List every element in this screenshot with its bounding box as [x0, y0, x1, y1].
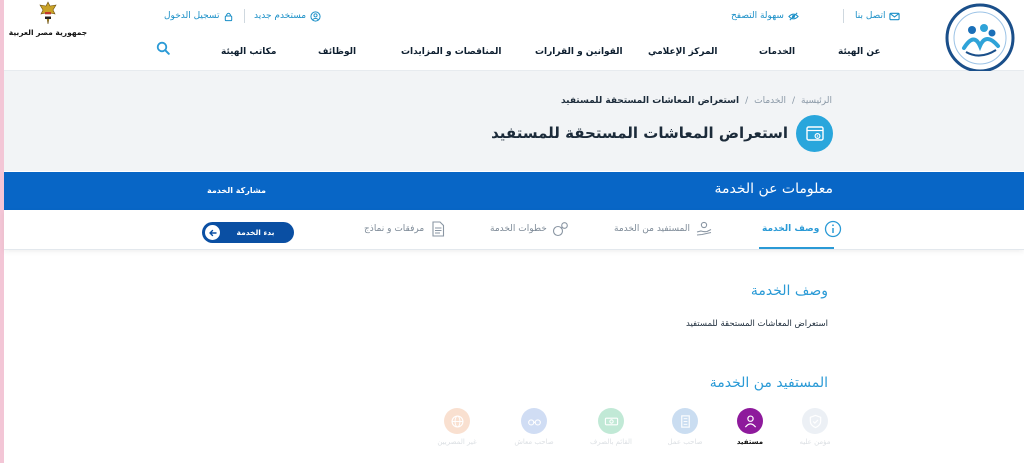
login-link[interactable]: تسجيل الدخول [164, 9, 234, 23]
accessibility-label: سهولة التصفح [731, 11, 784, 21]
window-gear-icon [805, 125, 824, 141]
eye-off-icon [788, 11, 799, 21]
accessibility-link[interactable]: سهولة التصفح [731, 9, 799, 23]
search-icon[interactable] [156, 41, 170, 55]
beneficiary-label: القائم بالصرف [590, 438, 632, 446]
user-icon [737, 408, 763, 434]
start-service-label: بدء الخدمة [236, 228, 275, 237]
nav-laws[interactable]: القوانين و القرارات [535, 47, 623, 61]
page-title: استعراض المعاشات المستحقة للمستفيد [491, 124, 788, 142]
service-icon [796, 115, 833, 152]
globe-icon [444, 408, 470, 434]
nav-jobs[interactable]: الوظائف [318, 47, 356, 61]
beneficiary-disburser[interactable]: القائم بالصرف [586, 408, 636, 446]
new-user-label: مستخدم جديد [254, 11, 307, 21]
eagle-icon [39, 1, 57, 25]
breadcrumb-services[interactable]: الخدمات [754, 96, 786, 106]
info-icon [825, 220, 842, 238]
beneficiary-non-egyptians[interactable]: غير المصريين [432, 408, 482, 446]
beneficiary-pensioner[interactable]: صاحب معاش [509, 408, 559, 446]
tab-label: مرفقات و نماذج [364, 224, 425, 234]
description-heading: وصف الخدمة [750, 283, 828, 299]
mail-icon [889, 12, 901, 20]
contact-label: اتصل بنا [855, 11, 886, 21]
tab-label: المستفيد من الخدمة [614, 224, 690, 234]
building-icon [672, 408, 698, 434]
beneficiary-employer[interactable]: صاحب عمل [660, 408, 710, 446]
shield-icon [802, 408, 828, 434]
site-header: جمهورية مصر العربية اتصل بنا سهولة التصف… [4, 0, 1024, 74]
beneficiary-label: صاحب عمل [667, 438, 703, 446]
breadcrumb-separator: / [791, 96, 795, 106]
breadcrumb-home[interactable]: الرئيسية [801, 96, 832, 106]
beneficiary-label: غير المصريين [437, 438, 477, 446]
glasses-icon [521, 408, 547, 434]
beneficiary-label: مستفيد [736, 438, 764, 446]
tab-label: خطوات الخدمة [490, 224, 547, 234]
beneficiary-insured[interactable]: مؤمن عليه [790, 408, 840, 446]
beneficiary-label: صاحب معاش [514, 438, 554, 446]
nav-offices[interactable]: مكاتب الهيئة [221, 47, 276, 61]
money-icon [598, 408, 624, 434]
new-user-link[interactable]: مستخدم جديد [254, 9, 321, 23]
service-info-band: معلومات عن الخدمة مشاركة الخدمة [4, 172, 1024, 210]
nav-media-center[interactable]: المركز الإعلامي [648, 47, 718, 61]
document-icon [432, 221, 445, 237]
breadcrumb: الرئيسية / الخدمات / استعراض المعاشات ال… [561, 96, 832, 106]
country-name: جمهورية مصر العربية [8, 28, 88, 37]
breadcrumb-current: استعراض المعاشات المستحقة للمستفيد [560, 96, 740, 106]
active-tab-indicator [759, 247, 834, 249]
divider [843, 9, 844, 23]
tab-attachments[interactable]: مرفقات و نماذج [364, 217, 447, 241]
tab-description[interactable]: وصف الخدمة [762, 217, 842, 241]
beneficiary-beneficiary[interactable]: مستفيد [725, 408, 775, 446]
tab-steps[interactable]: خطوات الخدمة [490, 217, 570, 241]
description-text: استعراض المعاشات المستحقة للمستفيد [685, 319, 828, 329]
nav-services[interactable]: الخدمات [759, 47, 795, 61]
tab-beneficiary[interactable]: المستفيد من الخدمة [614, 217, 713, 241]
authority-logo[interactable] [944, 2, 1016, 74]
service-tabs: وصف الخدمة المستفيد من الخدمة خطوات الخد… [4, 210, 1024, 250]
user-circle-icon [310, 10, 321, 22]
service-info-title: معلومات عن الخدمة [714, 181, 833, 197]
nav-about[interactable]: عن الهيئة [838, 47, 881, 61]
arrow-left-icon [205, 225, 220, 240]
contact-link[interactable]: اتصل بنا [855, 9, 901, 23]
nav-tenders[interactable]: المناقصات و المزايدات [401, 47, 502, 61]
beneficiaries-heading: المستفيد من الخدمة [709, 375, 828, 391]
egypt-logo[interactable]: جمهورية مصر العربية [9, 0, 87, 40]
start-service-button[interactable]: بدء الخدمة [202, 222, 294, 243]
divider [244, 9, 245, 23]
share-service-link[interactable]: مشاركة الخدمة [207, 186, 266, 195]
breadcrumb-separator: / [745, 96, 749, 106]
beneficiary-hand-icon [696, 221, 712, 236]
page-header: الرئيسية / الخدمات / استعراض المعاشات ال… [4, 71, 1024, 171]
tab-label: وصف الخدمة [762, 224, 820, 234]
login-label: تسجيل الدخول [164, 11, 220, 21]
lock-icon [225, 12, 233, 21]
beneficiary-label: مؤمن عليه [799, 438, 831, 446]
steps-icon [552, 222, 568, 237]
